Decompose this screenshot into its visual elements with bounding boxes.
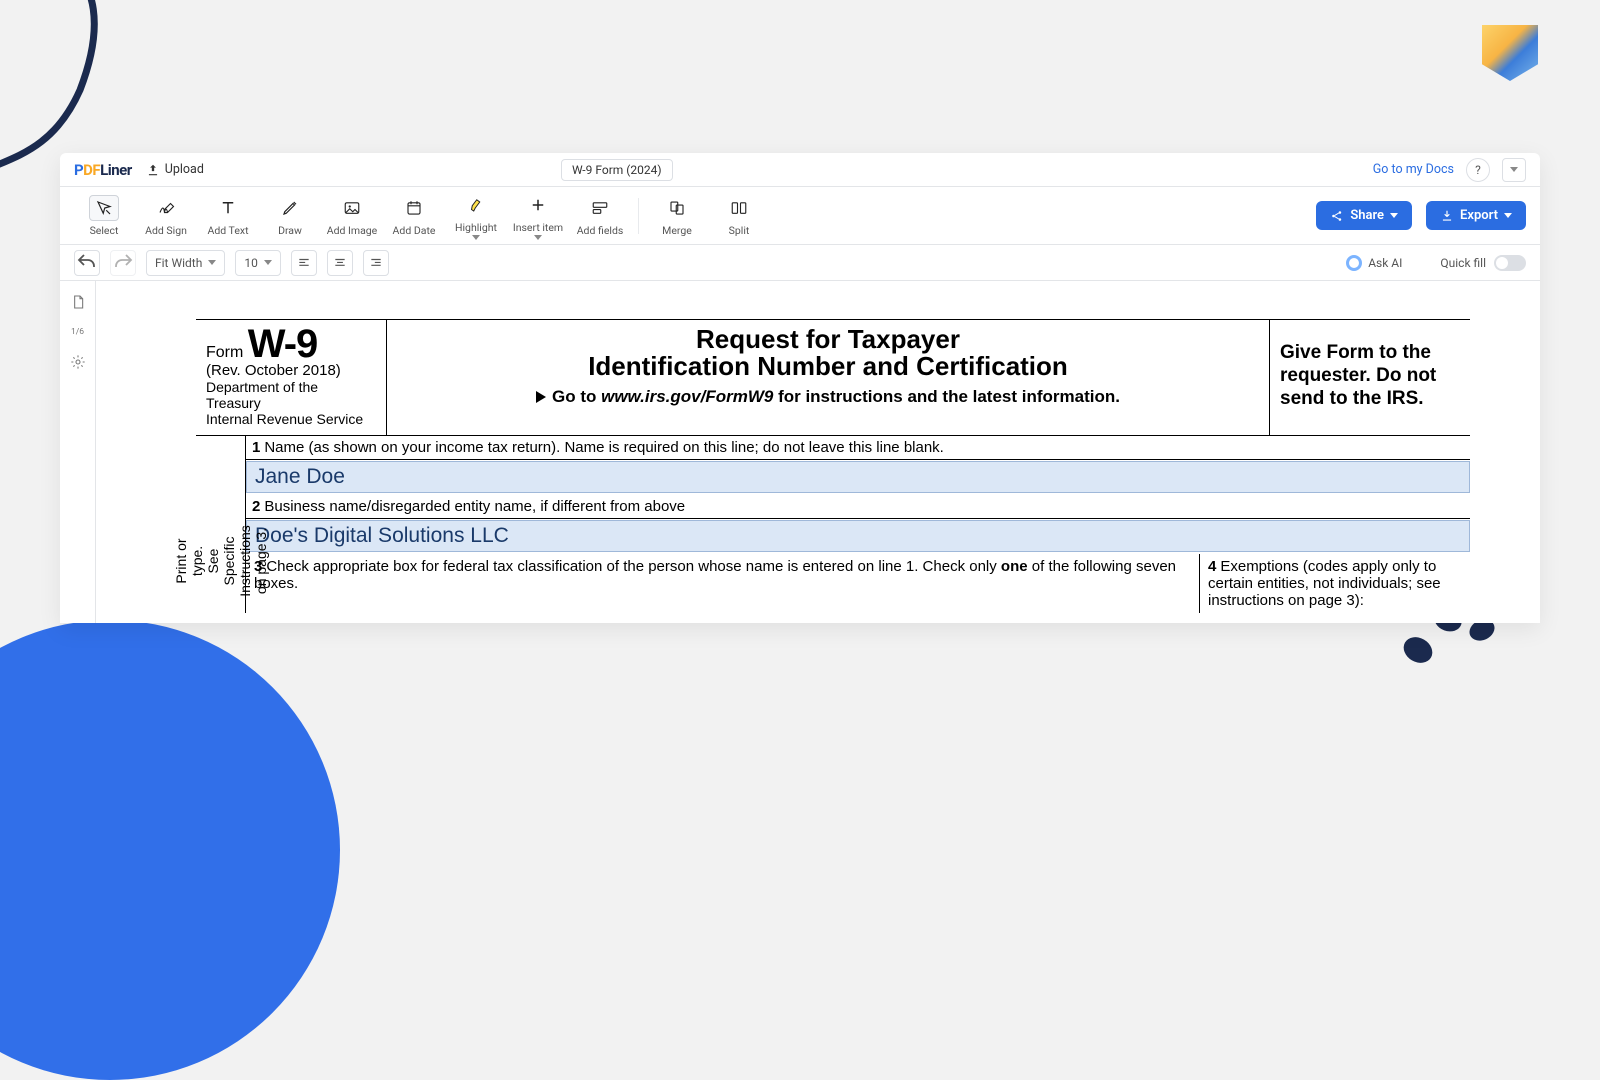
editor-window: PDFLiner Upload W-9 Form (2024) Go to my… [60,153,1540,623]
align-left-button[interactable] [291,250,317,276]
help-button[interactable]: ? [1466,158,1490,182]
fields-icon [585,195,615,221]
calendar-icon [399,195,429,221]
w9-goto-line: Go to www.irs.gov/FormW9 for instruction… [397,387,1259,407]
document-viewport[interactable]: Form W-9 (Rev. October 2018) Department … [96,281,1540,623]
toggle-icon [1494,255,1526,271]
undo-icon [75,251,99,275]
pages-panel-button[interactable] [67,291,89,313]
header-bar: PDFLiner Upload W-9 Form (2024) Go to my… [60,153,1540,187]
gear-icon [70,354,86,370]
w9-line4: 4Exemptions (codes apply only to certain… [1200,554,1470,613]
tool-add-sign[interactable]: Add Sign [136,191,196,241]
redo-icon [111,251,135,275]
my-docs-link[interactable]: Go to my Docs [1373,162,1454,177]
share-button[interactable]: Share [1316,201,1412,230]
align-center-button[interactable] [327,250,353,276]
pencil-icon [275,195,305,221]
tool-highlight[interactable]: Highlight [446,191,506,241]
tool-merge[interactable]: Merge [647,191,707,241]
chevron-down-icon [264,260,272,265]
tool-add-date[interactable]: Add Date [384,191,444,241]
main-toolbar: Select Add Sign Add Text Draw Add Image … [60,187,1540,245]
w9-line1-input[interactable]: Jane Doe [246,461,1470,493]
undo-button[interactable] [74,250,100,276]
export-button[interactable]: Export [1426,201,1526,230]
page-counter: 1/6 [71,327,84,337]
tool-draw[interactable]: Draw [260,191,320,241]
align-right-icon [369,256,383,270]
download-icon [1440,209,1454,223]
image-icon [337,195,367,221]
collapse-button[interactable] [1502,158,1526,182]
left-rail: 1/6 [60,281,96,623]
text-icon [213,195,243,221]
ask-ai-button[interactable]: Ask AI [1346,255,1402,271]
tool-add-image[interactable]: Add Image [322,191,382,241]
quick-fill-toggle[interactable]: Quick fill [1440,255,1526,271]
w9-form: Form W-9 (Rev. October 2018) Department … [196,319,1470,613]
decor-logo-tr [1482,25,1538,81]
signature-icon [151,195,181,221]
plus-icon [523,192,553,218]
sub-toolbar: Fit Width 10 Ask AI Quick fill [60,245,1540,281]
tool-split[interactable]: Split [709,191,769,241]
w9-form-id-cell: Form W-9 (Rev. October 2018) Department … [196,319,386,436]
decor-blob-bl [0,620,340,1080]
align-right-button[interactable] [363,250,389,276]
chevron-down-icon [1390,213,1398,218]
chevron-down-icon [1504,213,1512,218]
align-left-icon [297,256,311,270]
upload-icon [146,163,160,177]
settings-button[interactable] [67,351,89,373]
w9-line3: 3Check appropriate box for federal tax c… [246,554,1200,613]
upload-label: Upload [165,162,204,177]
toolbar-separator [638,198,639,234]
upload-button[interactable]: Upload [146,162,204,177]
app-logo: PDFLiner [74,161,132,179]
document-title[interactable]: W-9 Form (2024) [561,159,673,181]
zoom-select[interactable]: 10 [235,250,281,276]
tool-select[interactable]: Select [74,191,134,241]
chevron-down-icon [1510,167,1518,172]
w9-give-cell: Give Form to the requester. Do not send … [1270,319,1470,436]
highlighter-icon [461,192,491,218]
w9-line2-label: 2Business name/disregarded entity name, … [246,495,1470,519]
chevron-down-icon [208,260,216,265]
w9-title-cell: Request for Taxpayer Identification Numb… [386,319,1270,436]
fit-select[interactable]: Fit Width [146,250,225,276]
tool-add-text[interactable]: Add Text [198,191,258,241]
cursor-icon [89,195,119,221]
page-icon [70,294,86,310]
split-icon [724,195,754,221]
chevron-down-icon [534,235,542,240]
redo-button[interactable] [110,250,136,276]
align-center-icon [333,256,347,270]
w9-line2-input[interactable]: Doe's Digital Solutions LLC [246,520,1470,552]
w9-side-instructions: Print or type. See Specific Instructions… [196,436,246,613]
tool-add-fields[interactable]: Add fields [570,191,630,241]
share-icon [1330,209,1344,223]
chevron-down-icon [472,235,480,240]
w9-dept: Department of the Treasury Internal Reve… [206,379,376,427]
triangle-icon [536,391,546,403]
editor-body: 1/6 Form W-9 (Rev. October 2018) Departm… [60,281,1540,623]
ai-icon [1346,255,1362,271]
merge-icon [662,195,692,221]
tool-insert-item[interactable]: Insert item [508,191,568,241]
w9-line1-label: 1Name (as shown on your income tax retur… [246,436,1470,460]
